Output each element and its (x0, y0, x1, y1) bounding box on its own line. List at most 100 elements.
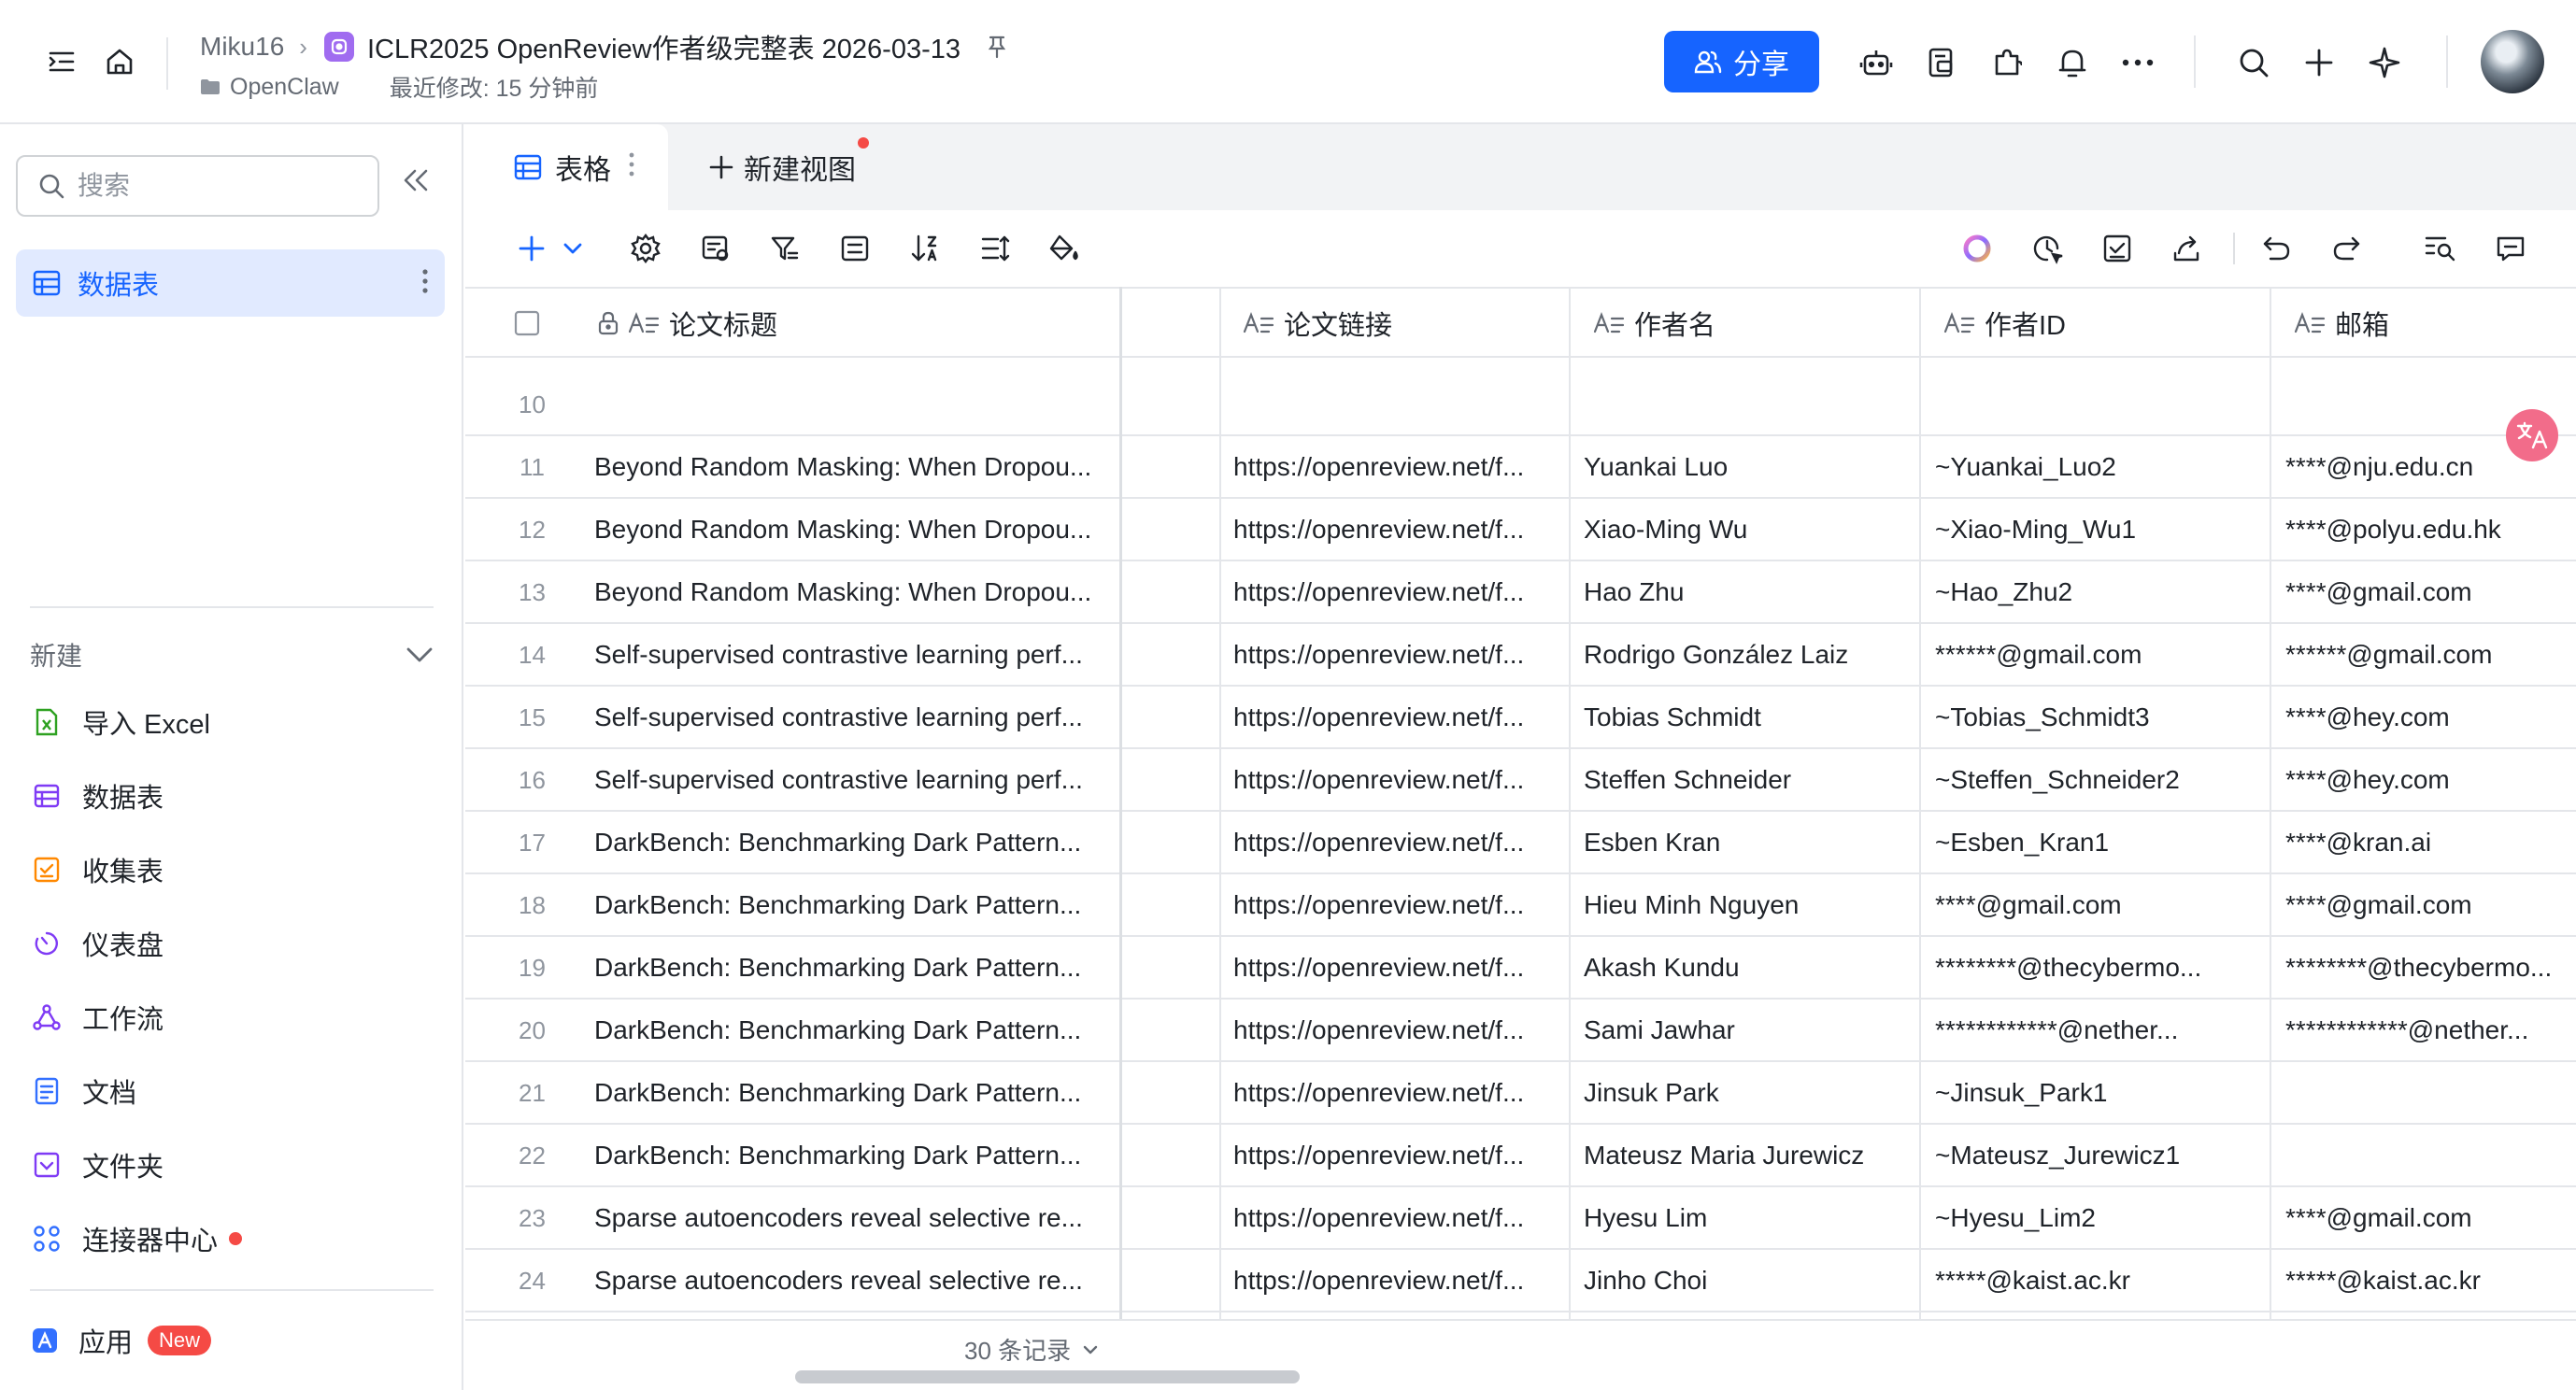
tab-grid-view[interactable]: 表格 (465, 124, 668, 210)
document-title[interactable]: ICLR2025 OpenReview作者级完整表 2026-03-13 (367, 27, 961, 66)
cell-link[interactable]: https://openreview.net/f... (1233, 561, 1562, 623)
pin-icon[interactable] (987, 35, 1007, 59)
cell-id[interactable]: ~Yuankai_Luo2 (1935, 436, 2264, 498)
cell-link[interactable]: https://openreview.net/f... (1233, 436, 1562, 498)
new-workflow[interactable]: 工作流 (32, 994, 164, 1041)
new-dashboard[interactable]: 仪表盘 (32, 920, 164, 967)
settings-icon[interactable] (626, 229, 665, 268)
cell-title[interactable]: DarkBench: Benchmarking Dark Pattern... (594, 1000, 1113, 1061)
cell-title[interactable]: Self-supervised contrastive learning per… (594, 624, 1113, 686)
cell-title[interactable]: DarkBench: Benchmarking Dark Pattern... (594, 1125, 1113, 1186)
cell-name[interactable]: Hieu Minh Nguyen (1584, 874, 1913, 936)
cell-link[interactable]: https://openreview.net/f... (1233, 624, 1562, 686)
horizontal-scrollbar[interactable] (795, 1370, 1300, 1383)
cell-name[interactable]: Mateusz Maria Jurewicz (1584, 1125, 1913, 1186)
table-row[interactable]: 12 Beyond Random Masking: When Dropou... h… (465, 499, 2576, 561)
cell-id[interactable]: ~Mateusz_Jurewicz1 (1935, 1125, 2264, 1186)
cell-title[interactable]: Self-supervised contrastive learning per… (594, 687, 1113, 748)
cell-link[interactable]: https://openreview.net/f... (1233, 499, 1562, 560)
redo-icon[interactable] (2327, 229, 2366, 268)
share-button[interactable]: 分享 (1664, 31, 1819, 92)
cell-id[interactable]: ******@gmail.com (1935, 624, 2264, 686)
cell-link[interactable] (1233, 374, 1562, 435)
cell-link[interactable]: https://openreview.net/f... (1233, 937, 1562, 999)
cell-id[interactable]: ~Esben_Kran1 (1935, 812, 2264, 873)
cell-id[interactable]: ~Hyesu_Lim2 (1935, 1187, 2264, 1249)
cell-email[interactable]: *****@kaist.ac.kr (2285, 1250, 2576, 1312)
more-vertical-icon[interactable] (422, 268, 428, 294)
cell-id[interactable]: ~Jinsuk_Park1 (1935, 1062, 2264, 1124)
search-icon[interactable] (2233, 42, 2274, 83)
cell-link[interactable]: https://openreview.net/f... (1233, 1250, 1562, 1312)
cell-name[interactable]: Jinho Choi (1584, 1250, 1913, 1312)
cell-name[interactable]: Hao Zhu (1584, 561, 1913, 623)
cell-title[interactable]: Sparse autoencoders reveal selective re.… (594, 1250, 1113, 1312)
new-section-header[interactable]: 新建 (30, 634, 434, 675)
find-replace-icon[interactable] (2421, 229, 2460, 268)
table-row[interactable]: 14 Self-supervised contrastive learning p… (465, 624, 2576, 687)
ai-colorful-icon[interactable] (1957, 229, 1997, 268)
cell-id[interactable]: *****@kaist.ac.kr (1935, 1250, 2264, 1312)
sidebar-search[interactable] (16, 155, 379, 217)
expand-sidebar-icon[interactable] (41, 41, 82, 82)
automation-icon[interactable] (2028, 229, 2067, 268)
folder-link[interactable]: OpenClaw (200, 74, 339, 101)
cell-name[interactable]: Akash Kundu (1584, 937, 1913, 999)
cell-link[interactable]: https://openreview.net/f... (1233, 1000, 1562, 1061)
add-record-button[interactable] (512, 229, 551, 268)
collapse-sidebar-icon[interactable] (402, 167, 430, 193)
table-row[interactable]: 22 DarkBench: Benchmarking Dark Pattern..… (465, 1125, 2576, 1187)
new-document[interactable]: 文档 (32, 1068, 136, 1114)
new-form[interactable]: 收集表 (32, 846, 164, 893)
table-row[interactable]: 11 Beyond Random Masking: When Dropou... h… (465, 436, 2576, 499)
search-input[interactable] (78, 171, 349, 201)
translate-icon[interactable] (2506, 409, 2558, 461)
cell-id[interactable]: ****@gmail.com (1935, 874, 2264, 936)
cell-email[interactable]: ************@nether... (2285, 1000, 2576, 1061)
cell-email[interactable]: ****@gmail.com (2285, 1187, 2576, 1249)
cell-email[interactable]: ****@polyu.edu.hk (2285, 499, 2576, 560)
record-count[interactable]: 30 条记录 (964, 1332, 1099, 1367)
new-connector-center[interactable]: 连接器中心 (32, 1215, 243, 1262)
column-header-title[interactable]: 论文标题 (587, 289, 777, 358)
cell-title[interactable]: Sparse autoencoders reveal selective re.… (594, 1187, 1113, 1249)
cell-email[interactable]: ****@hey.com (2285, 687, 2576, 748)
cell-title[interactable]: DarkBench: Benchmarking Dark Pattern... (594, 937, 1113, 999)
cell-link[interactable]: https://openreview.net/f... (1233, 687, 1562, 748)
add-record-dropdown[interactable] (553, 229, 592, 268)
cell-link[interactable]: https://openreview.net/f... (1233, 874, 1562, 936)
column-header-email[interactable]: 邮箱 (2283, 289, 2389, 358)
table-row[interactable]: 18 DarkBench: Benchmarking Dark Pattern..… (465, 874, 2576, 937)
field-settings-icon[interactable] (696, 229, 735, 268)
task-check-icon[interactable] (2098, 229, 2137, 268)
share-view-icon[interactable] (2167, 229, 2206, 268)
cell-id[interactable]: ~Xiao-Ming_Wu1 (1935, 499, 2264, 560)
sidebar-item-data-table[interactable]: 数据表 (16, 249, 445, 317)
ai-assistant-icon[interactable] (1856, 42, 1897, 83)
cell-email[interactable]: ****@kran.ai (2285, 812, 2576, 873)
column-header-author-name[interactable]: 作者名 (1582, 289, 1715, 358)
table-row[interactable]: 15 Self-supervised contrastive learning p… (465, 687, 2576, 749)
more-vertical-icon[interactable] (629, 152, 634, 177)
table-row[interactable]: 10 (465, 374, 2576, 436)
cell-id[interactable]: ~Steffen_Schneider2 (1935, 749, 2264, 811)
cell-name[interactable] (1584, 374, 1913, 435)
home-icon[interactable] (99, 41, 140, 82)
cell-name[interactable]: Yuankai Luo (1584, 436, 1913, 498)
plugin-icon[interactable] (1986, 42, 2028, 83)
cell-link[interactable]: https://openreview.net/f... (1233, 1125, 1562, 1186)
cell-title[interactable]: Beyond Random Masking: When Dropou... (594, 436, 1113, 498)
cell-name[interactable]: Tobias Schmidt (1584, 687, 1913, 748)
more-options-icon[interactable] (2117, 42, 2158, 83)
sort-icon[interactable] (905, 229, 945, 268)
cell-link[interactable]: https://openreview.net/f... (1233, 749, 1562, 811)
cell-id[interactable]: ************@nether... (1935, 1000, 2264, 1061)
comment-icon[interactable] (2491, 229, 2530, 268)
cell-title[interactable]: Self-supervised contrastive learning per… (594, 749, 1113, 811)
column-header-author-id[interactable]: 作者ID (1932, 289, 2066, 358)
avatar[interactable] (2481, 30, 2544, 93)
new-import-excel[interactable]: 导入 Excel (32, 699, 210, 745)
notification-bell-icon[interactable] (2052, 42, 2093, 83)
template-icon[interactable] (1921, 42, 1962, 83)
select-all-checkbox[interactable] (503, 289, 540, 358)
